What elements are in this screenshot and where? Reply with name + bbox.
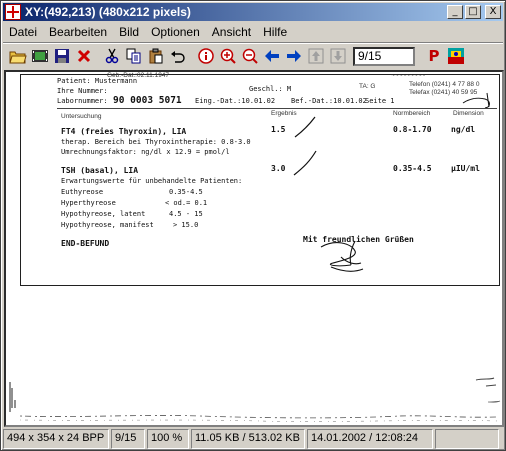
window-title: XY:(492,213) (480x212 pixels) (25, 5, 191, 19)
ref-value: 0.35-4.5 (169, 188, 203, 196)
menu-hilfe[interactable]: Hilfe (257, 25, 293, 39)
paste-icon[interactable] (145, 45, 167, 67)
checkmark-icon (294, 116, 316, 138)
telefon: Telefon (0241) 4 77 88 0 (409, 81, 480, 88)
app-cross-icon[interactable] (5, 4, 21, 20)
ft4-unit: ng/dl (451, 125, 476, 134)
cut-scissors-icon[interactable] (101, 45, 123, 67)
checkmark-icon (293, 150, 317, 176)
open-folder-icon[interactable] (7, 45, 29, 67)
zoom-out-icon[interactable] (239, 45, 261, 67)
geschl: Geschl.: M (249, 85, 292, 93)
status-page: 9/15 (111, 429, 145, 449)
menu-optionen[interactable]: Optionen (145, 25, 206, 39)
labor-label: Labornummer: (57, 97, 108, 105)
zoom-in-icon[interactable] (217, 45, 239, 67)
tsh-value: 3.0 (271, 164, 286, 173)
col-dimension: Dimension (453, 110, 484, 117)
menu-ansicht[interactable]: Ansicht (206, 25, 257, 39)
ft4-range: 0.8-1.70 (393, 125, 432, 134)
close-button[interactable]: X (485, 5, 501, 19)
title-bar[interactable]: XY:(492,213) (480x212 pixels) _ □ X (3, 3, 503, 21)
page-up-icon[interactable] (305, 45, 327, 67)
status-bar: 494 x 354 x 24 BPP 9/15 100 % 11.05 KB /… (3, 429, 503, 449)
menu-datei[interactable]: Datei (3, 25, 43, 39)
patient-label: Patient: Mustermann (57, 77, 138, 85)
color-palette-icon[interactable] (445, 45, 467, 67)
delete-x-icon[interactable] (73, 45, 95, 67)
status-zoom: 100 % (147, 429, 189, 449)
ft4-note-1: therap. Bereich bei Thyroxintherapie: 0.… (61, 138, 251, 146)
nummer-label: Ihre Nummer: (57, 87, 108, 95)
scanned-document: Geb.-Dat.:02.11.1947 ~~~~~~~~~ Patient: … (20, 72, 500, 286)
menu-bar: Datei Bearbeiten Bild Optionen Ansicht H… (3, 23, 503, 41)
filmstrip-icon[interactable] (29, 45, 51, 67)
arrow-left-icon[interactable] (261, 45, 283, 67)
ref-label: Hypothyreose, latent (61, 210, 146, 218)
seite: Seite 1 (365, 97, 395, 105)
copy-icon[interactable] (123, 45, 145, 67)
info-icon[interactable] (195, 45, 217, 67)
ft4-name: FT4 (freies Thyroxin), LIA (61, 127, 187, 136)
maximize-button[interactable]: □ (465, 5, 481, 19)
ref-label: Hyperthyreose (61, 199, 116, 207)
arrow-right-icon[interactable] (283, 45, 305, 67)
status-filesize: 11.05 KB / 513.02 KB (191, 429, 305, 449)
page-number-field[interactable] (353, 46, 415, 66)
save-disk-icon[interactable] (51, 45, 73, 67)
image-viewport[interactable]: Geb.-Dat.:02.11.1947 ~~~~~~~~~ Patient: … (4, 70, 504, 427)
labor-number: 90 0003 5071 (113, 95, 182, 106)
toolbar: P (3, 42, 503, 69)
scan-edge-artifacts (9, 377, 501, 422)
lab-header-cut: ~~~~~~~~~ (391, 72, 426, 79)
ref-value: > 15.0 (173, 221, 199, 229)
tsh-unit: µIU/ml (451, 164, 480, 173)
status-datetime: 14.01.2002 / 12:08:24 (307, 429, 433, 449)
col-normbereich: Normbereich (393, 110, 431, 117)
ref-label: Hypothyreose, manifest (61, 221, 154, 229)
app-window: XY:(492,213) (480x212 pixels) _ □ X Date… (0, 0, 506, 451)
ft4-value: 1.5 (271, 125, 286, 134)
header-rule (57, 108, 497, 109)
signature-icon (320, 240, 364, 272)
ref-label: Euthyreose (61, 188, 104, 196)
ref-value: < od.= 0.1 (165, 199, 208, 207)
menu-bearbeiten[interactable]: Bearbeiten (43, 25, 113, 39)
bef-dat: Bef.-Dat.:10.01.02 (291, 97, 367, 105)
eing-dat: Eing.-Dat.:10.01.02 (195, 97, 276, 105)
menu-bild[interactable]: Bild (113, 25, 145, 39)
col-untersuchung: Untersuchung (61, 113, 102, 120)
ref-value: 4.5 - 15 (169, 210, 203, 218)
status-empty (435, 429, 499, 449)
tsh-name: TSH (basal), LIA (61, 166, 139, 175)
end-befund: END-BEFUND (61, 239, 110, 248)
window-controls: _ □ X (447, 5, 501, 19)
page-down-icon[interactable] (327, 45, 349, 67)
print-p-icon[interactable]: P (423, 45, 445, 67)
tsh-range: 0.35-4.5 (393, 164, 432, 173)
tsh-note: Erwartungswerte für unbehandelte Patient… (61, 177, 243, 185)
minimize-button[interactable]: _ (447, 5, 463, 19)
undo-icon[interactable] (167, 45, 189, 67)
ta: TA: G (359, 83, 376, 90)
status-dimensions: 494 x 354 x 24 BPP (3, 429, 109, 449)
ft4-note-2: Umrechnungsfaktor: ng/dl x 12.9 = pmol/l (61, 148, 230, 156)
